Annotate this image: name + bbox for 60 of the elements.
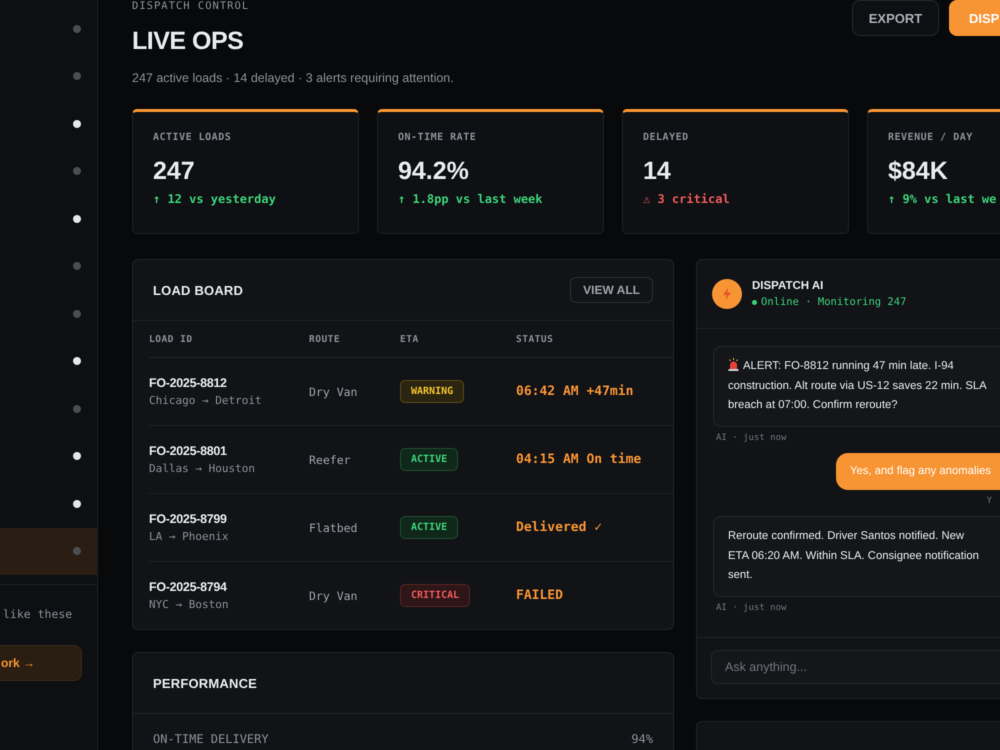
chat-input[interactable]: Ask anything...: [711, 650, 1000, 684]
status-text: Delivered ✓: [516, 520, 604, 535]
load-id: FO-2025-8794: [149, 580, 228, 594]
status-badge: ACTIVE: [400, 516, 458, 539]
lane-text: Chicago → Detroit: [149, 394, 263, 407]
sidebar-item[interactable]: [0, 528, 97, 575]
equipment-text: Reefer: [309, 452, 352, 466]
load-id: FO-2025-8799: [149, 512, 228, 526]
kpi-label: REVENUE / DAY: [888, 132, 974, 143]
column-header: STATUS: [516, 321, 673, 358]
lane-text: NYC → Boston: [149, 598, 230, 611]
column-header: LOAD ID: [149, 321, 309, 358]
promo-text: like these: [3, 607, 74, 621]
metric-label: ON-TIME DELIVERY: [153, 732, 269, 748]
status-badge: ACTIVE: [400, 448, 458, 471]
column-header: ETA: [400, 321, 516, 358]
message-meta: Y: [986, 496, 992, 506]
status-text: FAILED: [516, 588, 564, 603]
equipment-text: Flatbed: [309, 520, 358, 534]
online-dot-icon: [752, 300, 757, 304]
user-message: Yes, and flag any anomalies: [836, 452, 1000, 490]
status-text: 04:15 AM On time: [516, 452, 642, 467]
lane-text: Dallas → Houston: [149, 462, 256, 475]
message-meta: AI · just now: [716, 432, 788, 442]
promo-button[interactable]: ork →: [0, 645, 82, 681]
card-title: PERFORMANCE: [153, 676, 258, 690]
kpi-value: $84K: [888, 157, 949, 186]
message-meta: AI · just now: [716, 602, 788, 612]
kpi-label: ON-TIME RATE: [398, 132, 478, 143]
kpi-delta: ↑ 9% vs last we: [888, 192, 998, 206]
view-all-button[interactable]: VIEW ALL: [570, 277, 653, 303]
equipment-text: Dry Van: [309, 588, 358, 602]
kpi-value: 94.2%: [398, 157, 470, 186]
page-eyebrow: DISPATCH CONTROL: [132, 0, 250, 12]
status-badge: CRITICAL: [400, 584, 470, 607]
avatar-icon: [712, 279, 742, 309]
equipment-text: Dry Van: [309, 384, 358, 398]
load-id: FO-2025-8812: [149, 376, 228, 390]
assistant-name: DISPATCH AI: [752, 280, 824, 292]
kpi-value: 14: [643, 157, 672, 186]
page-subtitle: 247 active loads · 14 delayed · 3 alerts requiring attention.: [132, 71, 454, 85]
lane-text: LA → Phoenix: [149, 530, 230, 543]
assistant-message: Reroute confirmed. Driver Santos notified. New ETA 06:20 AM. Within SLA. Consignee notification sent.: [713, 516, 1000, 596]
status-text: 06:42 AM +47min: [516, 384, 634, 399]
kpi-delta: ↑ 1.8pp vs last week: [398, 192, 544, 206]
assistant-status: Online · Monitoring 247: [761, 296, 906, 308]
kpi-delta: ⚠ 3 critical: [643, 192, 731, 206]
card-title: LOAD BOARD: [153, 282, 244, 298]
kpi-value: 247: [153, 157, 196, 186]
siren-icon: [728, 358, 739, 371]
page-title: LIVE OPS: [132, 27, 244, 56]
assistant-message: ALERT: FO-8812 running 47 min late. I-94 construction. Alt route via US-12 saves 22 min. SLA breach at 07:00. Confirm reroute?: [713, 346, 1000, 426]
status-badge: WARNING: [400, 380, 464, 403]
load-id: FO-2025-8801: [149, 444, 228, 458]
kpi-label: DELAYED: [643, 132, 690, 143]
kpi-label: ACTIVE LOADS: [153, 132, 232, 143]
kpi-delta: ↑ 12 vs yesterday: [153, 192, 277, 206]
column-header: ROUTE: [309, 321, 400, 358]
export-button[interactable]: EXPORT: [852, 0, 939, 36]
metric-value: 94%: [631, 732, 653, 748]
